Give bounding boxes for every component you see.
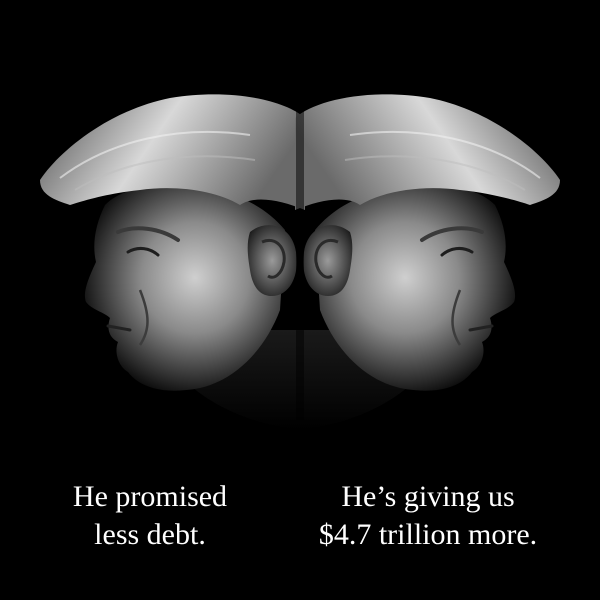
- caption-right: He’s giving us $4.7 trillion more.: [296, 478, 560, 554]
- poster-canvas: He promised less debt. He’s giving us $4…: [0, 0, 600, 600]
- caption-left-line1: He promised: [72, 480, 228, 513]
- caption-right-line1: He’s giving us: [341, 480, 515, 513]
- caption-left-line2: less debt.: [94, 518, 206, 551]
- caption-right-line2: $4.7 trillion more.: [318, 518, 538, 551]
- caption-left: He promised less debt.: [40, 478, 260, 554]
- left-profile-head: [38, 92, 307, 432]
- right-profile-head: [293, 92, 562, 432]
